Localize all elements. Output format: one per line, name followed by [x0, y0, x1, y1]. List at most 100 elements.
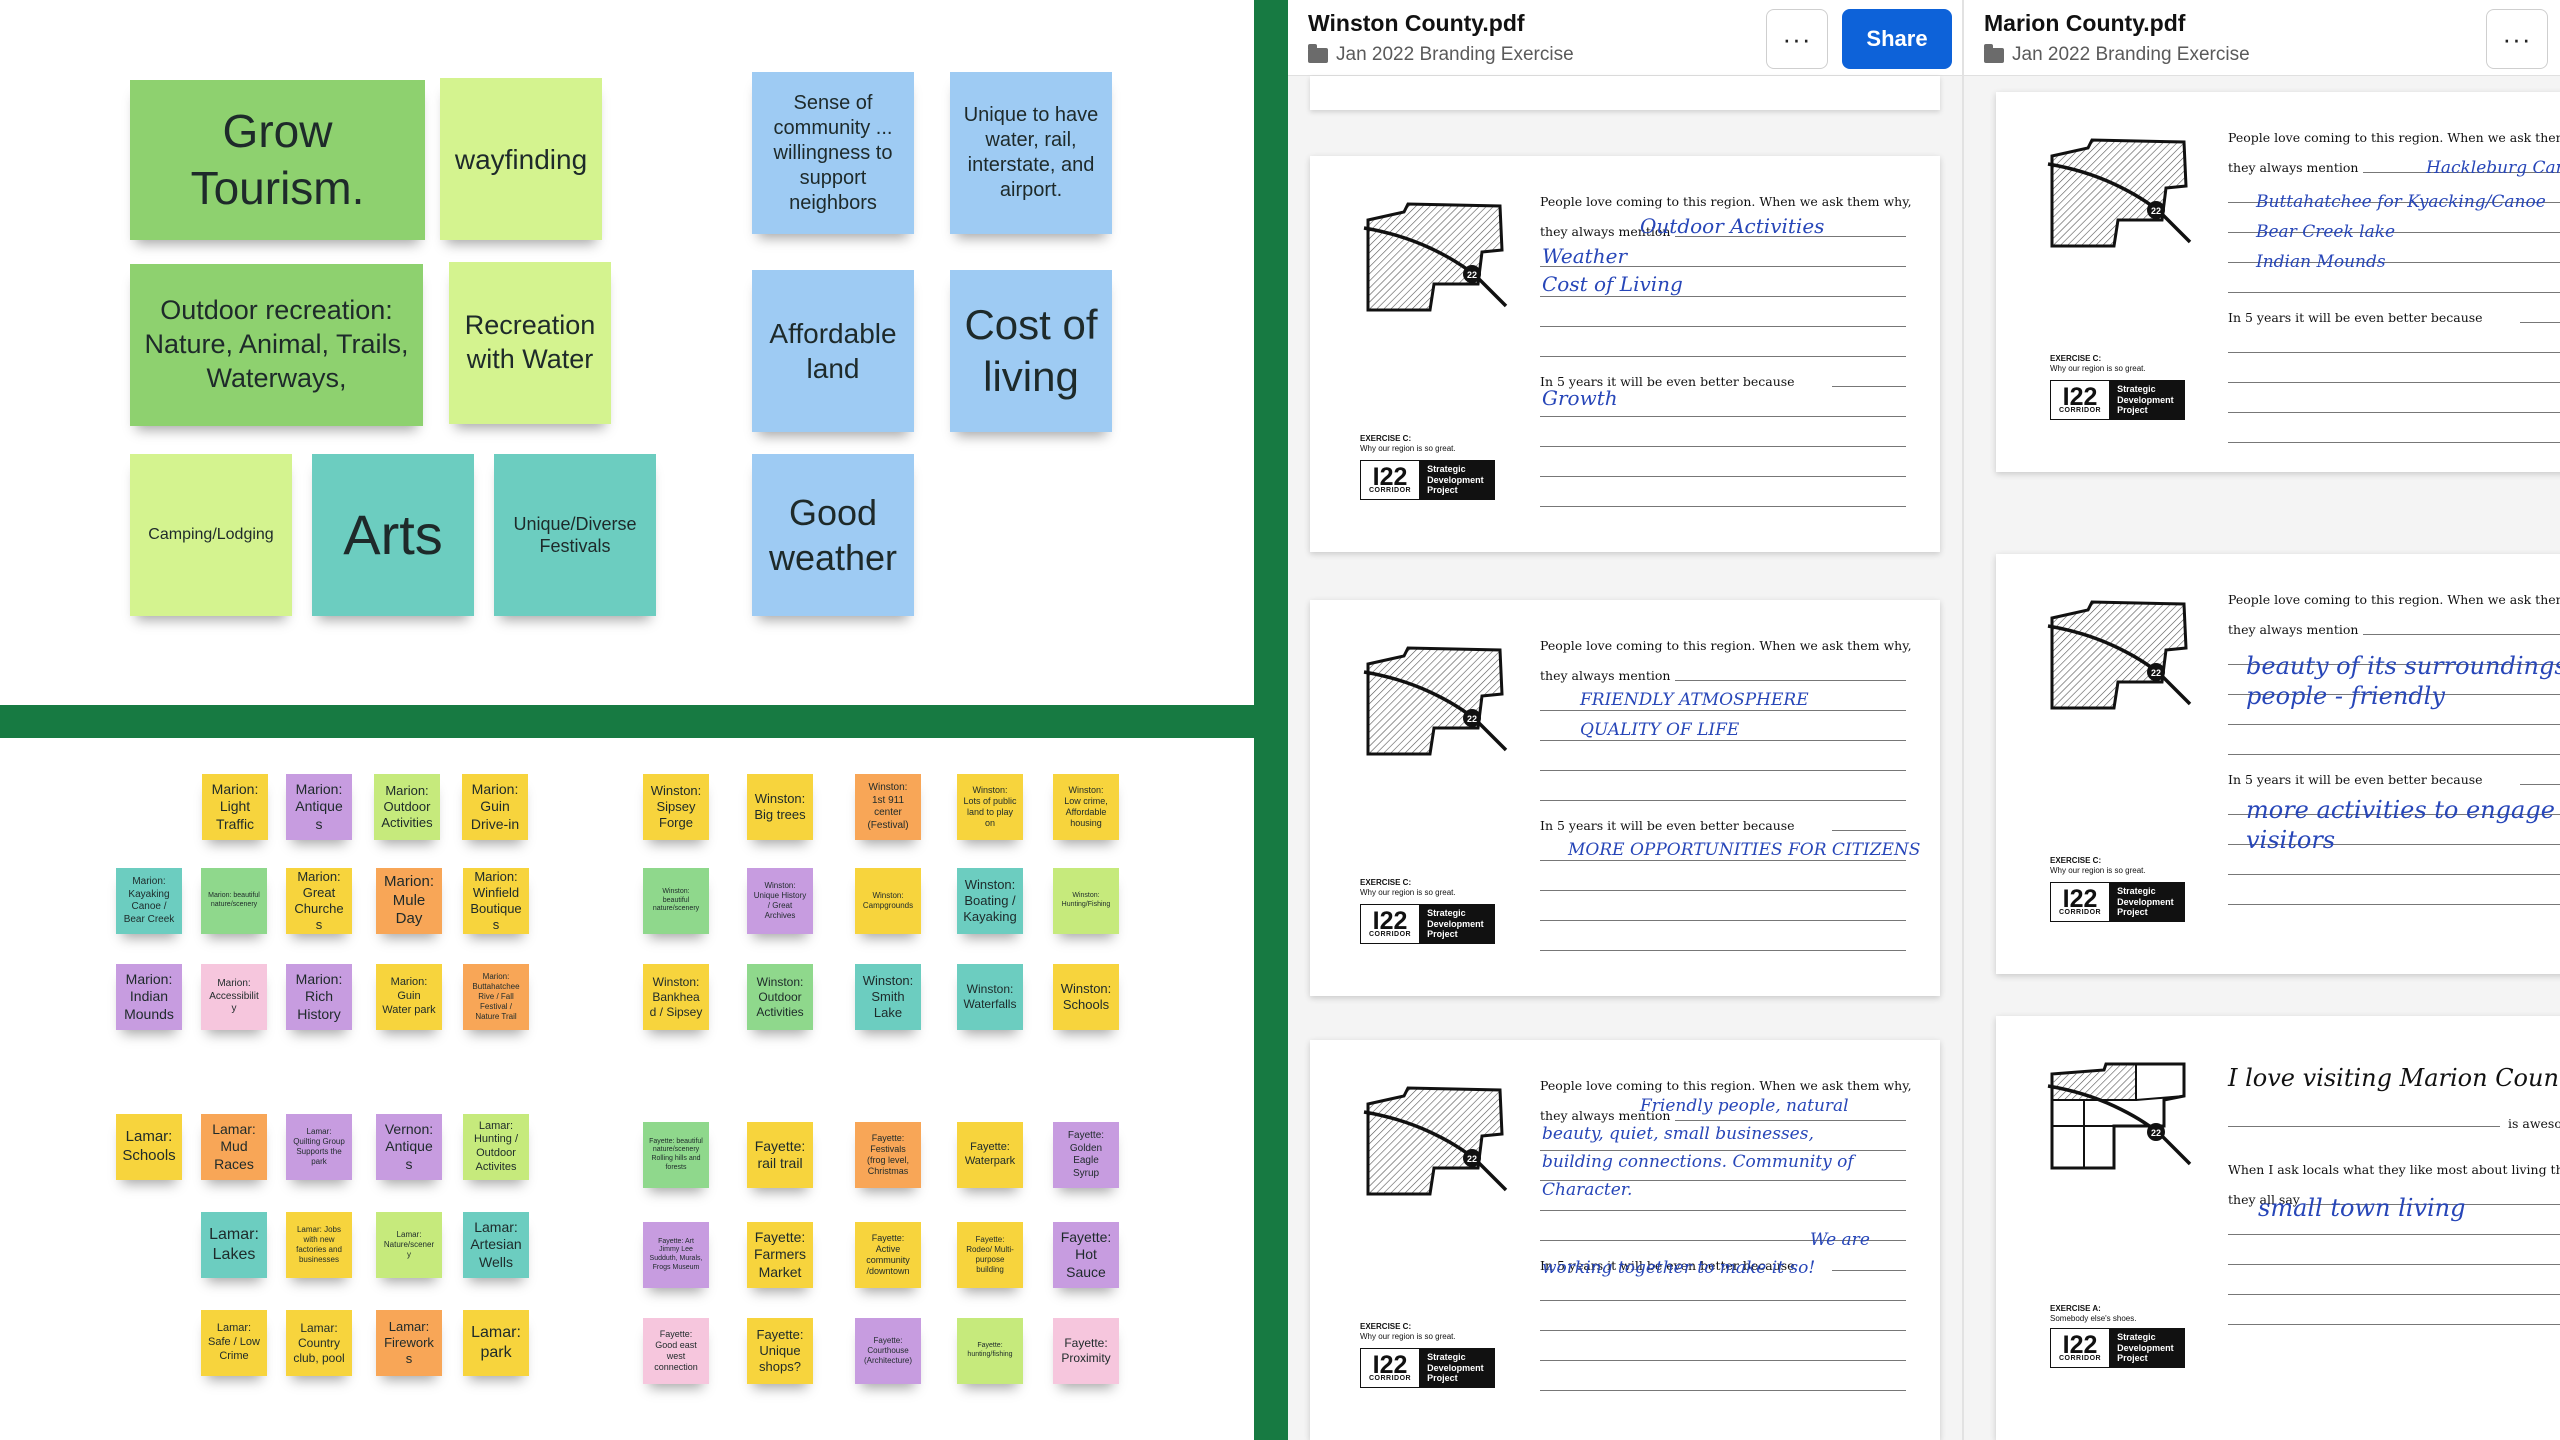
pdf-page[interactable]: 22 People love coming to this region. Whe… [1996, 92, 2560, 472]
i22-logo-mark: I22 CORRIDOR [1361, 905, 1420, 943]
marion-folder-path[interactable]: Jan 2022 Branding Exercise [1984, 43, 2250, 66]
summary-sticky-note[interactable]: Outdoor recreation: Nature, Animal, Trai… [130, 264, 423, 426]
exercise-label: EXERCISE C: [1360, 434, 1412, 443]
county-sticky-note[interactable]: Marion: Winfield Boutiques [463, 868, 529, 934]
county-sticky-note[interactable]: Marion: Outdoor Activities [374, 774, 440, 840]
county-sticky-note[interactable]: Marion: Great Churches [286, 868, 352, 934]
county-sticky-note[interactable]: Fayette: Rodeo/ Multi-purpose building [957, 1222, 1023, 1288]
i22-logo-line: Strategic [2117, 886, 2156, 897]
county-sticky-note[interactable]: Winston: Outdoor Activities [747, 964, 813, 1030]
county-sticky-note[interactable]: Lamar: Mud Races [201, 1114, 267, 1180]
county-sticky-note[interactable]: Fayette: rail trail [747, 1122, 813, 1188]
county-sticky-note[interactable]: Lamar: Quilting Group Supports the park [286, 1114, 352, 1180]
county-sticky-note[interactable]: Winston: Low crime, Affordable housing [1053, 774, 1119, 840]
county-sticky-note[interactable]: Fayette: Waterpark [957, 1122, 1023, 1188]
county-sticky-note[interactable]: Marion: Buttahatchee Rive / Fall Festiva… [463, 964, 529, 1030]
county-sticky-note[interactable]: Fayette: Hot Sauce [1053, 1222, 1119, 1288]
county-sticky-note[interactable]: Fayette: Unique shops? [747, 1318, 813, 1384]
i22-logo-corridor: CORRIDOR [1369, 487, 1412, 495]
county-sticky-note[interactable]: Lamar: Jobs with new factories and busin… [286, 1212, 352, 1278]
county-sticky-note[interactable]: Winston: 1st 911 center (Festival) [855, 774, 921, 840]
county-sticky-note[interactable]: Winston: Lots of public land to play on [957, 774, 1023, 840]
county-sticky-note[interactable]: Marion: Antiques [286, 774, 352, 840]
handwritten-answer: people - friendly [2246, 682, 2445, 710]
county-sticky-note[interactable]: Lamar: Hunting / Outdoor Activites [463, 1114, 529, 1180]
exercise-label: EXERCISE C: [2050, 354, 2102, 363]
handwritten-answer: MORE OPPORTUNITIES FOR CITIZENS [1568, 840, 1921, 860]
county-sticky-note[interactable]: Winston: Big trees [747, 774, 813, 840]
county-sticky-note[interactable]: Lamar: Nature/scenery [376, 1212, 442, 1278]
marion-more-button[interactable]: ··· [2486, 9, 2548, 69]
region-map-icon: 22 [1363, 1086, 1508, 1196]
winston-folder-path[interactable]: Jan 2022 Branding Exercise [1308, 43, 1574, 66]
summary-sticky-note[interactable]: Arts [312, 454, 474, 616]
county-sticky-note[interactable]: Fayette: hunting/fishing [957, 1318, 1023, 1384]
county-sticky-note[interactable]: Winston: Bankhead / Sipsey [643, 964, 709, 1030]
pdf-page[interactable]: 22 People love coming to this region. Whe… [1996, 554, 2560, 974]
county-sticky-note[interactable]: Marion: Mule Day [376, 868, 442, 934]
pdf-page[interactable]: 22 People love coming to this region. Whe… [1310, 600, 1940, 996]
answer-line [2228, 292, 2560, 293]
pdf-page[interactable]: 22 People love coming to this region. Whe… [1310, 156, 1940, 552]
summary-sticky-note[interactable]: Sense of community ... willingness to su… [752, 72, 914, 234]
county-sticky-note[interactable]: Lamar: park [463, 1310, 529, 1376]
answer-line [2363, 634, 2560, 635]
county-sticky-note[interactable]: Winston: Boating / Kayaking [957, 868, 1023, 934]
county-sticky-note[interactable]: Lamar: Country club, pool [286, 1310, 352, 1376]
county-sticky-note[interactable]: Marion: Kayaking Canoe / Bear Creek [116, 868, 182, 934]
summary-sticky-note[interactable]: Unique/Diverse Festivals [494, 454, 656, 616]
county-sticky-note[interactable]: Winston: Hunting/Fishing [1053, 868, 1119, 934]
county-sticky-note[interactable]: Fayette: Good east west connection [643, 1318, 709, 1384]
pdf-page[interactable]: 22 People love coming to this region. Whe… [1310, 1040, 1940, 1440]
answer-line [1540, 920, 1906, 921]
summary-sticky-note[interactable]: Grow Tourism. [130, 80, 425, 240]
summary-sticky-note[interactable]: wayfinding [440, 78, 602, 240]
county-sticky-note[interactable]: Winston: Sipsey Forge [643, 774, 709, 840]
pdf-page[interactable]: 22 I love visiting Marion County! is aweso… [1996, 1016, 2560, 1440]
prompt-line-1: When I ask locals what they like most ab… [2228, 1162, 2560, 1177]
share-button[interactable]: Share [1842, 9, 1952, 69]
region-map-icon: 22 [1363, 646, 1508, 756]
county-sticky-note[interactable]: Marion: Rich History [286, 964, 352, 1030]
county-sticky-note[interactable]: Marion: Accessibility [201, 964, 267, 1030]
county-sticky-note[interactable]: Fayette: Proximity [1053, 1318, 1119, 1384]
county-sticky-note[interactable]: Winston: beautiful nature/scenery [643, 868, 709, 934]
handwritten-answer: more activities to engage [2246, 796, 2555, 824]
county-sticky-note[interactable]: Marion: Light Traffic [202, 774, 268, 840]
county-sticky-note[interactable]: Marion: beautiful nature/scenery [201, 868, 267, 934]
county-sticky-note[interactable]: Fayette: Art Jimmy Lee Sudduth, Murals, … [643, 1222, 709, 1288]
summary-sticky-note[interactable]: Recreation with Water [449, 262, 611, 424]
county-sticky-note[interactable]: Winston: Smith Lake [855, 964, 921, 1030]
county-sticky-note[interactable]: Lamar: Safe / Low Crime [201, 1310, 267, 1376]
county-sticky-note[interactable]: Winston: Unique History / Great Archives [747, 868, 813, 934]
county-sticky-note[interactable]: Fayette: Courthouse (Architecture) [855, 1318, 921, 1384]
summary-sticky-note[interactable]: Unique to have water, rail, interstate, … [950, 72, 1112, 234]
i22-logo-mark: I22 CORRIDOR [2051, 381, 2110, 419]
county-sticky-note[interactable]: Winston: Campgrounds [855, 868, 921, 934]
county-sticky-note[interactable]: Marion: Guin Water park [376, 964, 442, 1030]
county-sticky-note[interactable]: Fayette: Golden Eagle Syrup [1053, 1122, 1119, 1188]
answer-line [1540, 770, 1906, 771]
county-sticky-note[interactable]: Fayette: Festivals (frog level, Christma… [855, 1122, 921, 1188]
i22-logo-line: Development [2117, 394, 2174, 405]
county-sticky-note[interactable]: Lamar: Artesian Wells [463, 1212, 529, 1278]
county-sticky-note[interactable]: Fayette: beautiful nature/scenery Rollin… [643, 1122, 709, 1188]
county-sticky-note[interactable]: Fayette: Farmers Market [747, 1222, 813, 1288]
county-sticky-note[interactable]: Marion: Indian Mounds [116, 964, 182, 1030]
winston-more-button[interactable]: ··· [1766, 9, 1828, 69]
county-sticky-note[interactable]: Lamar: Schools [116, 1114, 182, 1180]
i22-logo-corridor: CORRIDOR [1369, 1375, 1412, 1383]
county-sticky-note[interactable]: Vernon: Antiques [376, 1114, 442, 1180]
county-sticky-note[interactable]: Lamar: Fireworks [376, 1310, 442, 1376]
county-sticky-note[interactable]: Fayette: Active community /downtown [855, 1222, 921, 1288]
county-sticky-note[interactable]: Marion: Guin Drive-in [462, 774, 528, 840]
county-sticky-note[interactable]: Winston: Waterfalls [957, 964, 1023, 1030]
i22-logo-text: Strategic Development Project [2109, 1329, 2184, 1367]
summary-sticky-note[interactable]: Affordable land [752, 270, 914, 432]
summary-sticky-note[interactable]: Good weather [752, 454, 914, 616]
county-sticky-note[interactable]: Winston: Schools [1053, 964, 1119, 1030]
i22-logo-line: Development [1427, 474, 1484, 485]
summary-sticky-note[interactable]: Cost of living [950, 270, 1112, 432]
summary-sticky-note[interactable]: Camping/Lodging [130, 454, 292, 616]
county-sticky-note[interactable]: Lamar: Lakes [201, 1212, 267, 1278]
